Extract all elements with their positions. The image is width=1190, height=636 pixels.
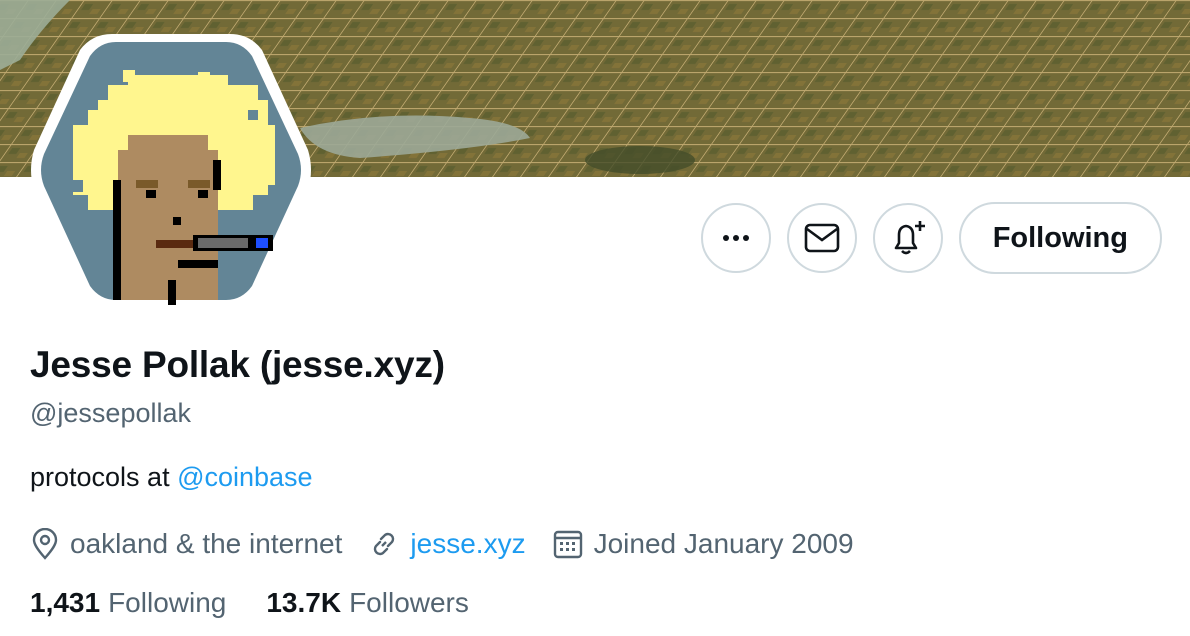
bio-mention-link[interactable]: @coinbase: [177, 462, 313, 492]
bell-plus-icon: [894, 221, 925, 255]
website-link[interactable]: jesse.xyz: [410, 528, 525, 560]
profile-name: Jesse Pollak (jesse.xyz): [30, 344, 445, 385]
profile-handle: @jessepollak: [30, 398, 191, 428]
profile-stats: 1,431 Following 13.7K Followers: [30, 587, 509, 619]
following-label: Following: [108, 587, 227, 618]
more-icon: [722, 235, 749, 241]
joined-text: Joined January 2009: [593, 528, 854, 559]
followers-count: 13.7K: [266, 587, 342, 618]
calendar-icon: [553, 530, 582, 559]
profile-actions: Following: [700, 201, 1162, 275]
location-pin-icon: [32, 528, 58, 560]
following-button-label: Following: [992, 221, 1128, 254]
following-count: 1,431: [30, 587, 101, 618]
website-item: jesse.xyz: [368, 528, 526, 560]
more-button[interactable]: [700, 203, 771, 273]
following-stat[interactable]: 1,431 Following: [30, 587, 226, 619]
location-item: oakland & the internet: [30, 528, 342, 560]
avatar-image: [31, 34, 311, 308]
location-text: oakland & the internet: [70, 528, 343, 559]
joined-item: Joined January 2009: [552, 528, 854, 560]
profile-bio: protocols at @coinbase: [30, 462, 313, 493]
profile-avatar[interactable]: [28, 30, 314, 312]
bio-text: protocols at: [30, 462, 178, 492]
message-button[interactable]: [786, 203, 857, 273]
profile-meta: oakland & the internet jesse.xyz Joined …: [30, 524, 880, 564]
link-icon: [374, 532, 395, 556]
followers-stat[interactable]: 13.7K Followers: [266, 587, 469, 619]
followers-label: Followers: [349, 587, 469, 618]
mail-icon: [804, 223, 839, 253]
following-button[interactable]: Following: [958, 202, 1162, 274]
notifications-button[interactable]: [872, 203, 943, 273]
